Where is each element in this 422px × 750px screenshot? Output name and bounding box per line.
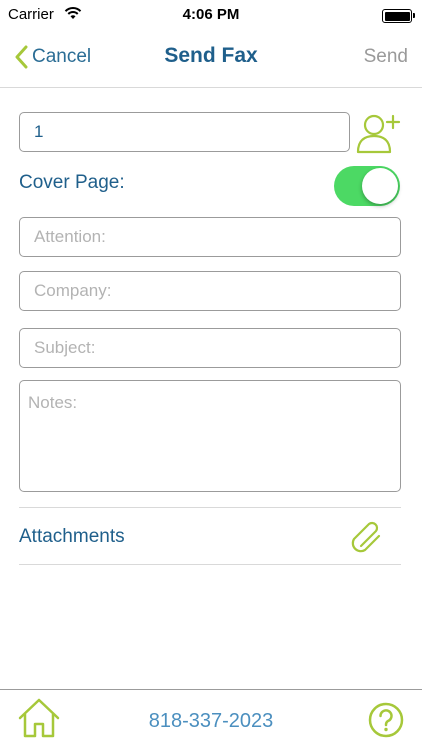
cover-page-toggle[interactable] bbox=[334, 166, 400, 206]
attachments-label: Attachments bbox=[19, 526, 125, 547]
help-icon[interactable] bbox=[368, 702, 404, 738]
cover-page-label: Cover Page: bbox=[19, 172, 125, 193]
phone-number: 818-337-2023 bbox=[148, 710, 274, 732]
attention-input[interactable] bbox=[19, 217, 401, 257]
navigation-bar: Cancel Send Fax Send bbox=[0, 30, 422, 88]
send-button[interactable]: Send bbox=[364, 46, 408, 68]
toggle-knob bbox=[362, 168, 398, 204]
company-input[interactable] bbox=[19, 271, 401, 311]
recipient-fax-input[interactable] bbox=[19, 112, 350, 152]
subject-input[interactable] bbox=[19, 328, 401, 368]
notes-textarea[interactable] bbox=[19, 380, 401, 492]
paperclip-icon[interactable] bbox=[347, 516, 387, 556]
attachments-row[interactable]: Attachments bbox=[19, 507, 401, 565]
bottom-bar: 818-337-2023 bbox=[0, 689, 422, 750]
clock: 4:06 PM bbox=[182, 6, 240, 23]
add-contact-icon[interactable] bbox=[354, 110, 402, 156]
page-title: Send Fax bbox=[164, 44, 258, 67]
battery-icon bbox=[382, 9, 415, 23]
status-bar: Carrier 4:06 PM bbox=[0, 0, 422, 30]
